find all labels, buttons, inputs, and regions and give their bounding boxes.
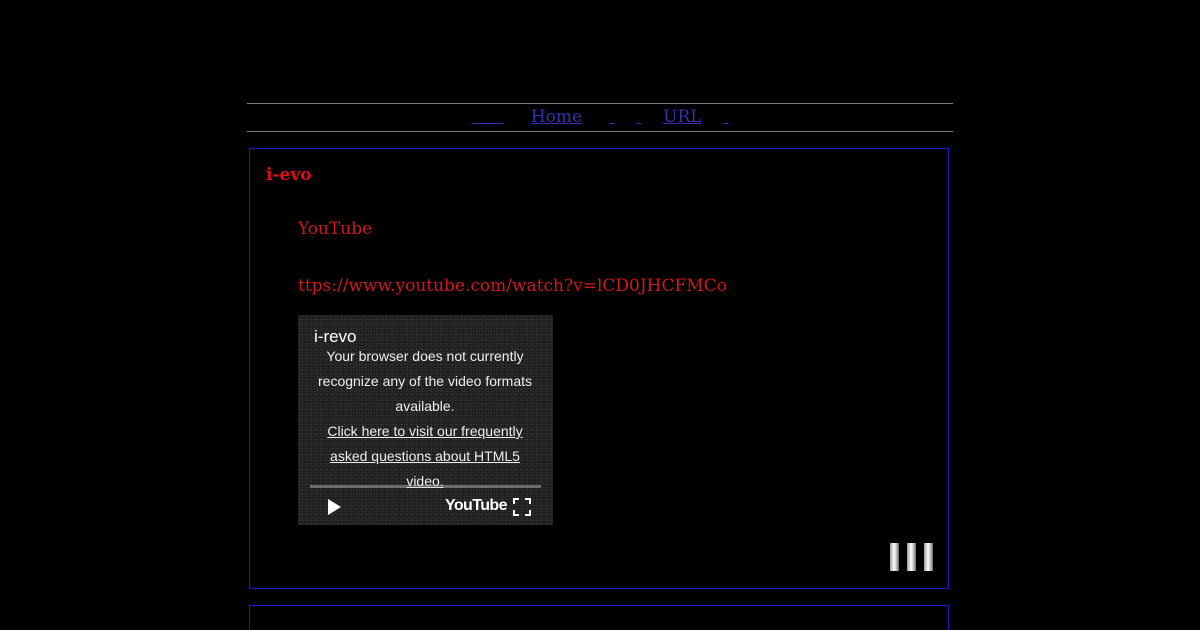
progress-bar[interactable] [310, 485, 541, 488]
nav-trailing-link[interactable] [723, 106, 728, 128]
top-nav: Home URL [247, 106, 953, 130]
html5-faq-link[interactable]: Click here to visit our frequently asked… [318, 419, 532, 494]
nav-bottom-rule [247, 131, 953, 132]
player-error-text: Your browser does not currently recogniz… [318, 348, 533, 414]
nav-empty-link[interactable] [471, 106, 503, 128]
youtube-logo[interactable]: YouTube [445, 497, 507, 515]
entry-panel: i-evo YouTube ttps://www.youtube.com/wat… [249, 148, 949, 589]
entry-title: i-evo [266, 165, 312, 185]
nav-spacer-link-2[interactable] [636, 106, 641, 128]
bar-segment [907, 543, 916, 571]
fullscreen-button[interactable] [513, 498, 531, 516]
player-error-message: Your browser does not currently recogniz… [318, 344, 532, 494]
fullscreen-icon [513, 498, 531, 516]
nav-spacer-link[interactable] [609, 106, 614, 128]
share-bars-icon[interactable] [890, 543, 934, 571]
play-icon [328, 499, 341, 515]
next-entry-panel [249, 605, 949, 630]
nav-top-rule [247, 103, 953, 104]
entry-source-label: YouTube [298, 219, 373, 239]
entry-video-url: ttps://www.youtube.com/watch?v=lCD0JHCFM… [298, 276, 727, 296]
nav-home-link[interactable]: Home [531, 107, 582, 127]
youtube-player[interactable]: i-revo Your browser does not currently r… [298, 315, 553, 525]
bar-segment [890, 543, 899, 571]
nav-url-link[interactable]: URL [663, 107, 701, 127]
bar-segment [924, 543, 933, 571]
play-button[interactable] [324, 497, 344, 517]
